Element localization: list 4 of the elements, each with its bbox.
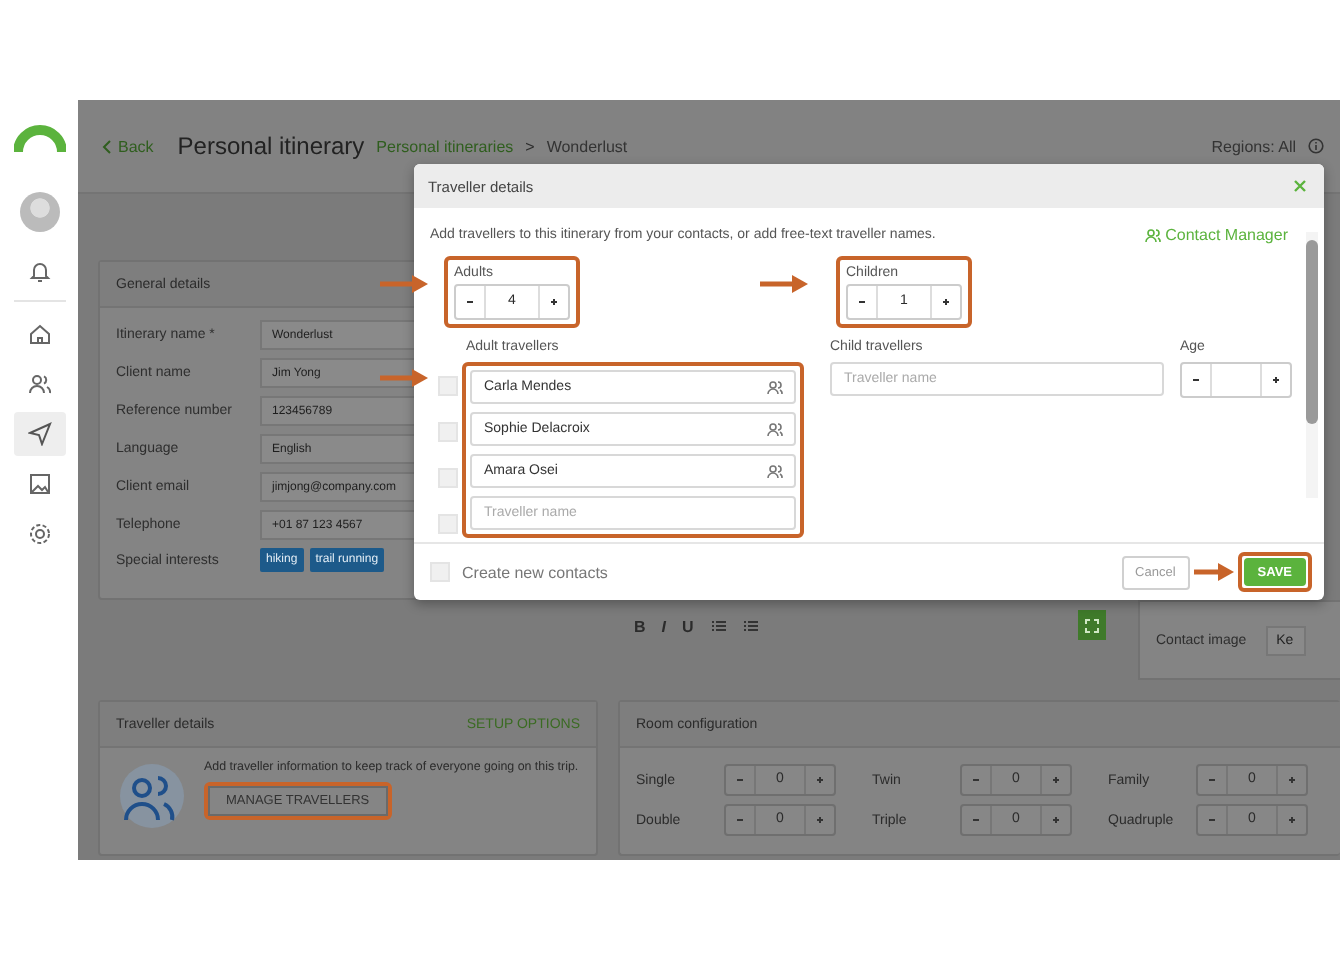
page-title: Personal itinerary: [177, 132, 365, 160]
checkbox-label: Create new contacts: [462, 563, 608, 581]
breadcrumb-separator: >: [525, 137, 535, 155]
breadcrumb-current: Wonderlust: [546, 137, 628, 155]
